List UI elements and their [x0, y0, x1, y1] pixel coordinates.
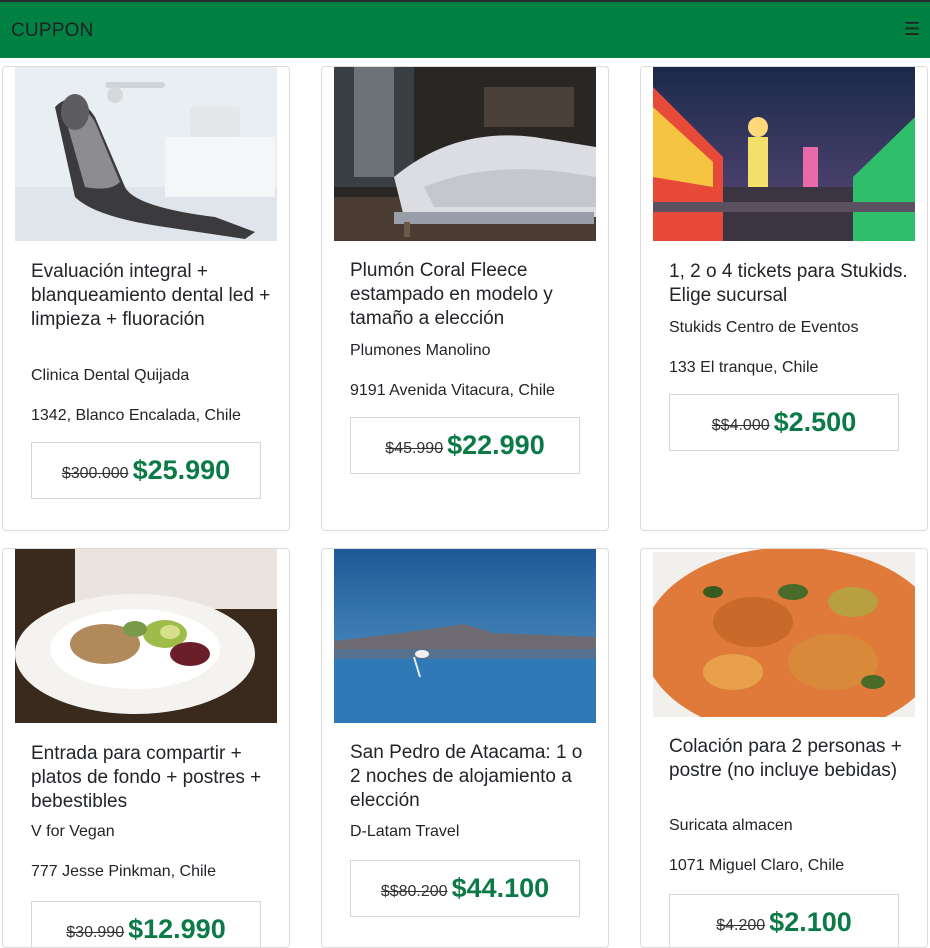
deal-card[interactable]: Entrada para compartir + platos de fondo… [2, 548, 290, 948]
deal-price: $12.990 [128, 914, 226, 944]
price-box: $$80.200 $44.100 [350, 860, 580, 917]
price-box: $$4.000 $2.500 [669, 394, 899, 451]
top-navbar: CUPPON ☰ [0, 0, 930, 58]
deal-address: 9191 Avenida Vitacura, Chile [350, 382, 555, 399]
deal-image-atacama[interactable] [334, 549, 596, 723]
deal-title[interactable]: San Pedro de Atacama: 1 o 2 noches de al… [350, 741, 590, 813]
deal-price: $2.100 [769, 907, 852, 937]
price-box: $30.990 $12.990 [31, 901, 261, 947]
deal-vendor: Suricata almacen [669, 817, 793, 834]
original-price: $$4.000 [711, 416, 770, 434]
price-box: $45.990 $22.990 [350, 417, 580, 474]
deal-image-bedroom[interactable] [334, 67, 596, 241]
deal-image-dental[interactable] [15, 67, 277, 241]
deal-price: $2.500 [773, 407, 857, 437]
original-price: $30.990 [66, 923, 125, 941]
deal-price: $25.990 [132, 455, 231, 485]
deal-address: 777 Jesse Pinkman, Chile [31, 863, 216, 880]
deal-image-vegan-plate[interactable] [15, 549, 277, 723]
original-price: $$80.200 [380, 882, 448, 900]
deal-image-fair[interactable] [653, 67, 915, 241]
deal-vendor: Stukids Centro de Eventos [669, 319, 859, 336]
deal-address: 1071 Miguel Claro, Chile [669, 857, 845, 874]
price-box: $4.200 $2.100 [669, 894, 899, 947]
deal-title[interactable]: Evaluación integral + blanqueamiento den… [31, 260, 271, 332]
original-price: $45.990 [385, 439, 444, 457]
deal-price: $44.100 [451, 873, 550, 903]
deal-title[interactable]: Plumón Coral Fleece estampado en modelo … [350, 259, 590, 331]
original-price: $300.000 [61, 464, 129, 482]
hamburger-icon[interactable]: ☰ [904, 19, 920, 39]
deal-card[interactable]: Colación para 2 personas + postre (no in… [640, 548, 928, 948]
price-box: $300.000 $25.990 [31, 442, 261, 499]
deal-card[interactable]: 1, 2 o 4 tickets para Stukids. Elige suc… [640, 66, 928, 531]
original-price: $4.200 [716, 916, 766, 934]
deal-title[interactable]: 1, 2 o 4 tickets para Stukids. Elige suc… [669, 260, 909, 308]
deal-vendor: V for Vegan [31, 823, 115, 840]
deal-card[interactable]: Evaluación integral + blanqueamiento den… [2, 66, 290, 531]
deal-price: $22.990 [447, 430, 545, 460]
brand-logo[interactable]: CUPPON [11, 20, 94, 42]
deal-address: 133 El tranque, Chile [669, 359, 819, 376]
deal-address: 1342, Blanco Encalada, Chile [31, 407, 241, 424]
deal-title[interactable]: Entrada para compartir + platos de fondo… [31, 742, 271, 814]
deal-vendor: Clinica Dental Quijada [31, 367, 190, 384]
deal-card[interactable]: Plumón Coral Fleece estampado en modelo … [321, 66, 609, 531]
deal-title[interactable]: Colación para 2 personas + postre (no in… [669, 735, 909, 783]
deal-vendor: Plumones Manolino [350, 342, 491, 359]
deal-card[interactable]: San Pedro de Atacama: 1 o 2 noches de al… [321, 548, 609, 948]
deal-vendor: D-Latam Travel [350, 823, 460, 840]
deal-image-stew[interactable] [653, 549, 915, 717]
